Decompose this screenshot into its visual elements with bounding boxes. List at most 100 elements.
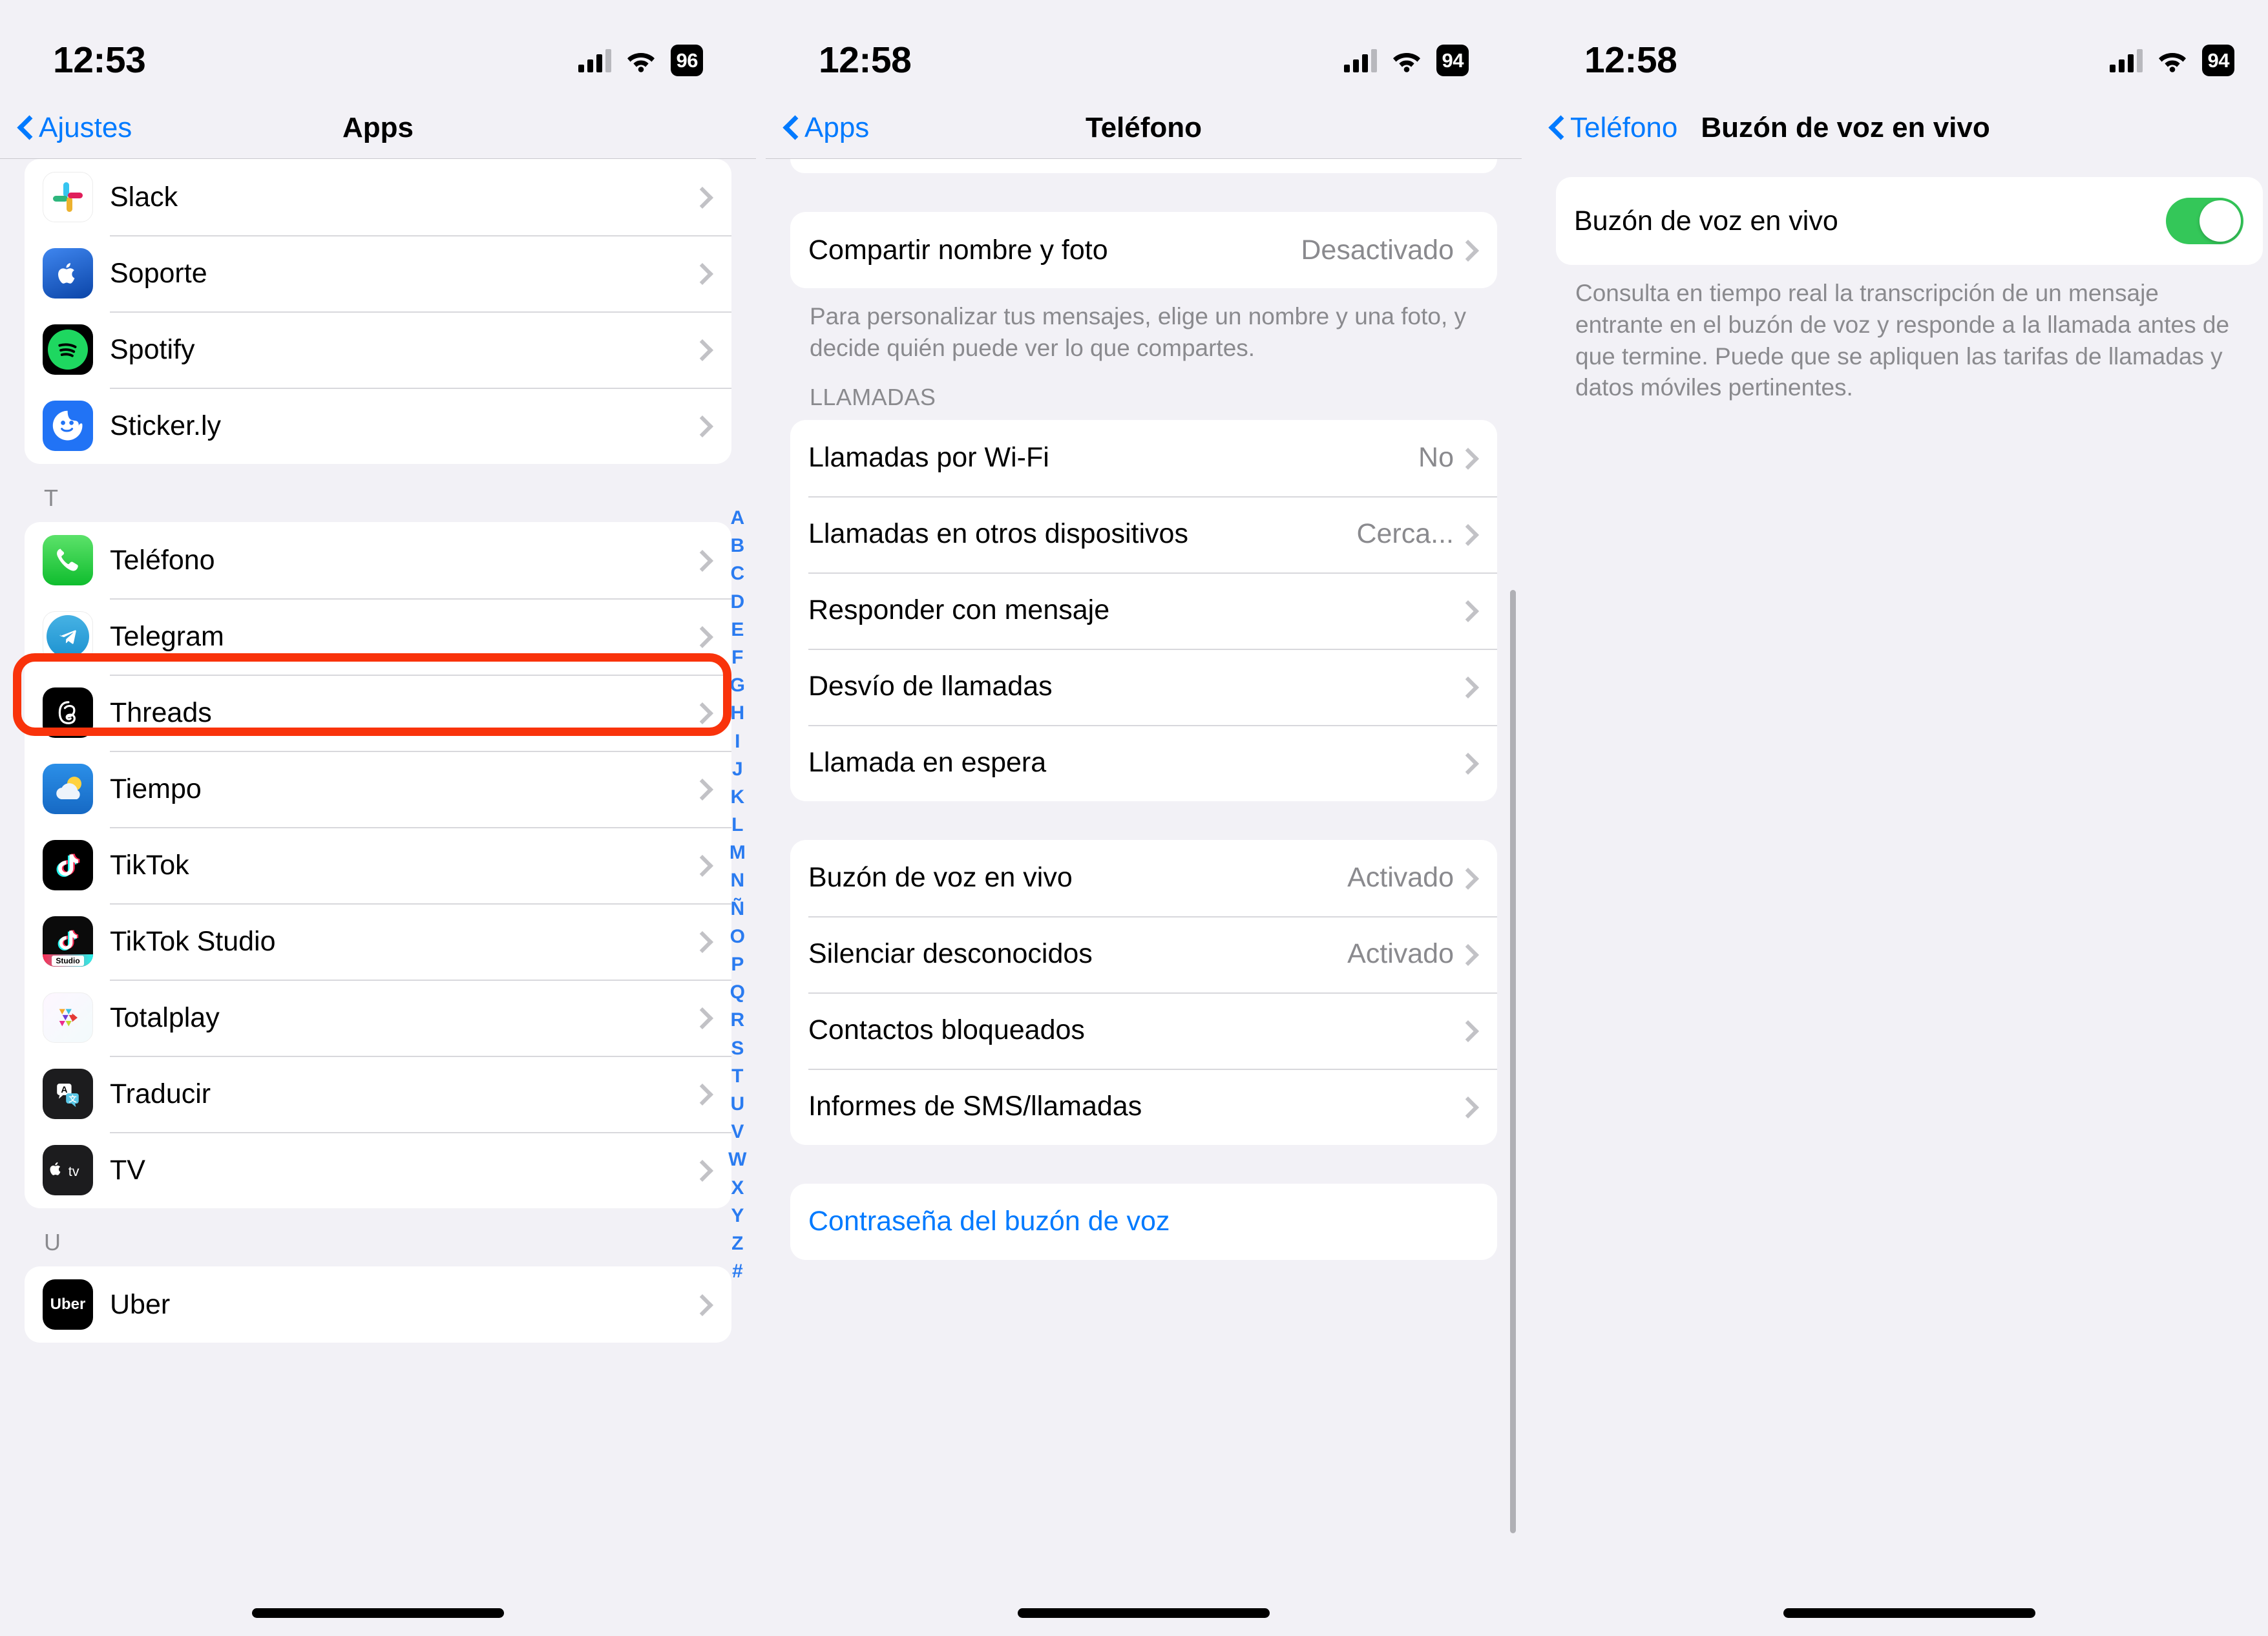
list-item[interactable]: Totalplay	[25, 980, 731, 1056]
list-item-label: Soporte	[110, 257, 207, 289]
nav-bar: Apps Teléfono	[766, 97, 1522, 159]
index-letter[interactable]: I	[735, 728, 740, 755]
row-informes-sms-llamadas[interactable]: Informes de SMS/llamadas	[790, 1068, 1497, 1145]
index-letter[interactable]: R	[731, 1006, 745, 1034]
index-letter[interactable]: H	[731, 699, 745, 727]
back-button-telefono[interactable]: Teléfono	[1551, 112, 1677, 144]
back-button-apps[interactable]: Apps	[785, 112, 869, 144]
list-item[interactable]: Spotify	[25, 311, 731, 388]
index-letter[interactable]: S	[731, 1034, 744, 1062]
list-item-label: Slack	[110, 181, 178, 213]
live-voicemail-toggle[interactable]	[2166, 198, 2243, 244]
list-item[interactable]: Tiempo	[25, 751, 731, 827]
apps-scroll-area[interactable]: Slack Soporte Spotify Sticker.ly T Teléf…	[0, 159, 756, 1636]
index-letter[interactable]: Ñ	[731, 895, 745, 923]
index-letter[interactable]: #	[732, 1257, 743, 1285]
index-letter[interactable]: X	[731, 1174, 744, 1202]
index-letter[interactable]: L	[731, 811, 744, 839]
index-letter[interactable]: Z	[731, 1230, 744, 1257]
list-item-label: Sticker.ly	[110, 410, 222, 441]
list-item[interactable]: Telegram	[25, 598, 731, 675]
index-letter[interactable]: C	[731, 560, 745, 587]
row-label: Buzón de voz en vivo	[1574, 205, 1838, 236]
list-item[interactable]: Threads	[25, 675, 731, 751]
row-label: Responder con mensaje	[808, 594, 1110, 626]
index-letter[interactable]: K	[731, 783, 745, 811]
row-llamadas-otros-dispositivos[interactable]: Llamadas en otros dispositivos Cerca...	[790, 496, 1497, 572]
row-contactos-bloqueados[interactable]: Contactos bloqueados	[790, 992, 1497, 1069]
list-item-label: Threads	[110, 697, 212, 728]
row-silenciar-desconocidos[interactable]: Silenciar desconocidos Activado	[790, 916, 1497, 992]
row-contrasena-buzon-de-voz[interactable]: Contraseña del buzón de voz	[790, 1184, 1497, 1260]
index-letter[interactable]: W	[728, 1146, 747, 1173]
chevron-right-icon	[701, 1084, 712, 1104]
index-letter[interactable]: V	[731, 1118, 744, 1146]
back-button-label: Teléfono	[1570, 112, 1678, 143]
row-llamadas-por-wifi[interactable]: Llamadas por Wi-Fi No	[790, 420, 1497, 496]
list-item-label: Tiempo	[110, 773, 202, 804]
index-letter[interactable]: O	[730, 923, 746, 950]
list-item[interactable]: Slack	[25, 159, 731, 235]
home-indicator	[252, 1608, 504, 1618]
index-letter[interactable]: B	[731, 532, 745, 560]
panel-divider	[756, 0, 766, 1636]
index-letter[interactable]: G	[730, 671, 746, 699]
row-label: Desvío de llamadas	[808, 671, 1053, 702]
index-letter[interactable]: T	[731, 1062, 744, 1090]
row-label: Compartir nombre y foto	[808, 234, 1108, 266]
home-indicator	[1783, 1608, 2035, 1618]
index-letter[interactable]: Y	[731, 1202, 744, 1230]
chevron-left-icon	[1551, 117, 1564, 139]
row-buzon-de-voz-en-vivo-toggle[interactable]: Buzón de voz en vivo	[1556, 177, 2263, 265]
row-compartir-nombre-y-foto[interactable]: Compartir nombre y foto Desactivado	[790, 212, 1497, 288]
status-indicators: 94	[1343, 44, 1469, 76]
nav-bar: Teléfono Buzón de voz en vivo	[1531, 97, 2268, 159]
index-letter[interactable]: D	[731, 588, 745, 616]
index-letter[interactable]: J	[732, 755, 743, 783]
vertical-scrollbar[interactable]	[1510, 590, 1516, 1533]
telefono-scroll-area[interactable]: Compartir nombre y foto Desactivado Para…	[766, 159, 1522, 1636]
index-letter[interactable]: F	[731, 644, 744, 671]
chevron-right-icon	[1467, 945, 1478, 964]
row-llamada-en-espera[interactable]: Llamada en espera	[790, 724, 1497, 801]
svg-text:A: A	[61, 1084, 67, 1095]
index-letter[interactable]: M	[730, 839, 746, 866]
translate-icon: A 文	[43, 1069, 93, 1119]
list-item[interactable]: Soporte	[25, 235, 731, 311]
row-label: Llamada en espera	[808, 747, 1047, 779]
index-letter[interactable]: A	[731, 504, 745, 532]
status-time: 12:58	[1584, 39, 1677, 81]
chevron-right-icon	[701, 627, 712, 646]
list-item[interactable]: Sticker.ly	[25, 388, 731, 464]
index-letter[interactable]: U	[731, 1090, 745, 1118]
list-item[interactable]: Uber Uber	[25, 1266, 731, 1343]
chevron-right-icon	[1467, 1021, 1478, 1040]
list-item[interactable]: TikTok	[25, 827, 731, 903]
list-item[interactable]: Studio TikTok Studio	[25, 903, 731, 980]
apple-support-icon	[43, 248, 93, 299]
index-letter[interactable]: Q	[730, 978, 746, 1006]
chevron-right-icon	[1467, 868, 1478, 888]
index-letter[interactable]: E	[731, 616, 744, 644]
list-item[interactable]: tv TV	[25, 1132, 731, 1208]
chevron-right-icon	[701, 264, 712, 283]
row-value: Activado	[1347, 862, 1454, 894]
row-desvio-de-llamadas[interactable]: Desvío de llamadas	[790, 648, 1497, 725]
back-button-ajustes[interactable]: Ajustes	[19, 112, 132, 144]
apps-group-u: Uber Uber	[25, 1266, 731, 1343]
panel-telefono-settings: 12:58 94 Apps Teléfono Compartir nombre …	[766, 0, 1522, 1636]
list-item[interactable]: A 文 Traducir	[25, 1056, 731, 1132]
row-value: Desactivado	[1301, 234, 1454, 266]
row-buzon-de-voz-en-vivo[interactable]: Buzón de voz en vivo Activado	[790, 840, 1497, 916]
chevron-right-icon	[701, 932, 712, 951]
row-label: Silenciar desconocidos	[808, 938, 1093, 970]
index-letter[interactable]: P	[731, 950, 744, 978]
list-item-telefono[interactable]: Teléfono	[25, 522, 731, 598]
row-responder-con-mensaje[interactable]: Responder con mensaje	[790, 572, 1497, 649]
tiktok-studio-icon: Studio	[43, 916, 93, 967]
index-letter[interactable]: N	[731, 866, 745, 894]
status-time: 12:58	[819, 39, 912, 81]
battery-badge: 94	[2201, 44, 2234, 76]
alphabet-index[interactable]: A B C D E F G H I J K L M N Ñ O P Q R S …	[728, 504, 747, 1285]
section-letter-u: U	[44, 1229, 61, 1255]
